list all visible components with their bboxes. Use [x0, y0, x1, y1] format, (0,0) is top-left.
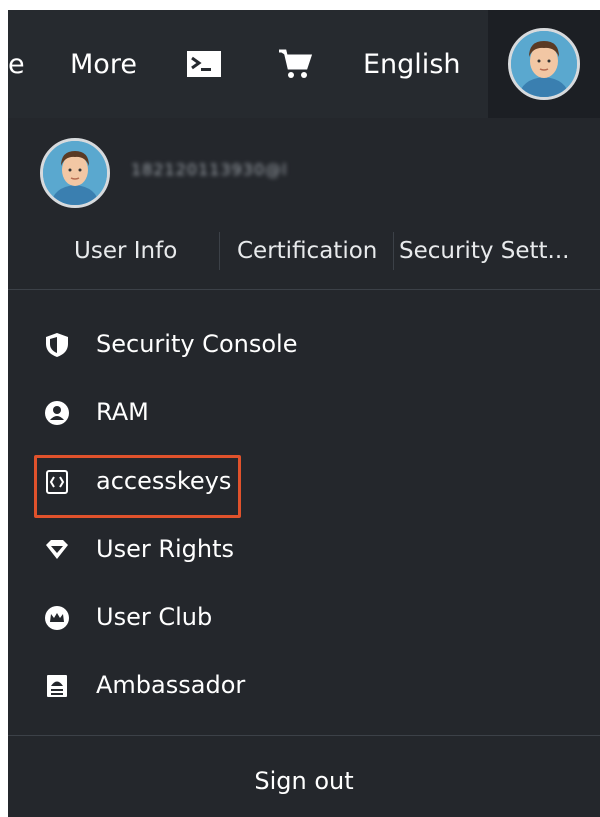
nav-more[interactable]: More [70, 10, 137, 118]
profile-avatar [40, 138, 110, 208]
menu-item-user-rights[interactable]: User Rights [8, 519, 600, 579]
diamond-icon [46, 540, 68, 559]
subnav-divider [219, 232, 220, 270]
profile-username: 182120113930@l [131, 160, 288, 179]
avatar [508, 28, 580, 100]
subnav-certification[interactable]: Certification [237, 228, 377, 274]
account-dropdown-menu: 182120113930@l User Info Certification S… [8, 118, 600, 817]
menu-item-label: RAM [96, 398, 149, 426]
crown-icon [45, 606, 69, 630]
divider [8, 289, 600, 290]
menu-item-label: Security Console [96, 330, 298, 358]
menu-item-label: Ambassador [96, 671, 246, 699]
menu-item-ambassador[interactable]: Ambassador [8, 655, 600, 715]
ambassador-icon [47, 675, 67, 697]
cart-icon[interactable] [278, 10, 312, 118]
menu-item-security-console[interactable]: Security Console [8, 314, 600, 374]
profile-subnav: User Info Certification Security Sett... [8, 228, 600, 274]
shield-icon [46, 333, 68, 357]
nav-item-partial[interactable]: e [8, 10, 25, 118]
menu-item-ram[interactable]: RAM [8, 382, 600, 442]
subnav-divider [393, 232, 394, 270]
menu-item-user-club[interactable]: User Club [8, 587, 600, 647]
menu-item-label: User Club [96, 603, 213, 631]
divider [8, 735, 600, 736]
accesskeys-highlight-box [34, 455, 241, 518]
user-circle-icon [45, 401, 69, 425]
sign-out-button[interactable]: Sign out [8, 748, 600, 814]
account-avatar-button[interactable] [488, 10, 600, 118]
subnav-security-settings[interactable]: Security Sett... [399, 228, 569, 274]
subnav-user-info[interactable]: User Info [74, 228, 177, 274]
terminal-icon[interactable] [186, 10, 222, 118]
language-selector[interactable]: English [363, 10, 461, 118]
menu-item-label: User Rights [96, 535, 235, 563]
top-navbar: e More English [8, 10, 600, 118]
